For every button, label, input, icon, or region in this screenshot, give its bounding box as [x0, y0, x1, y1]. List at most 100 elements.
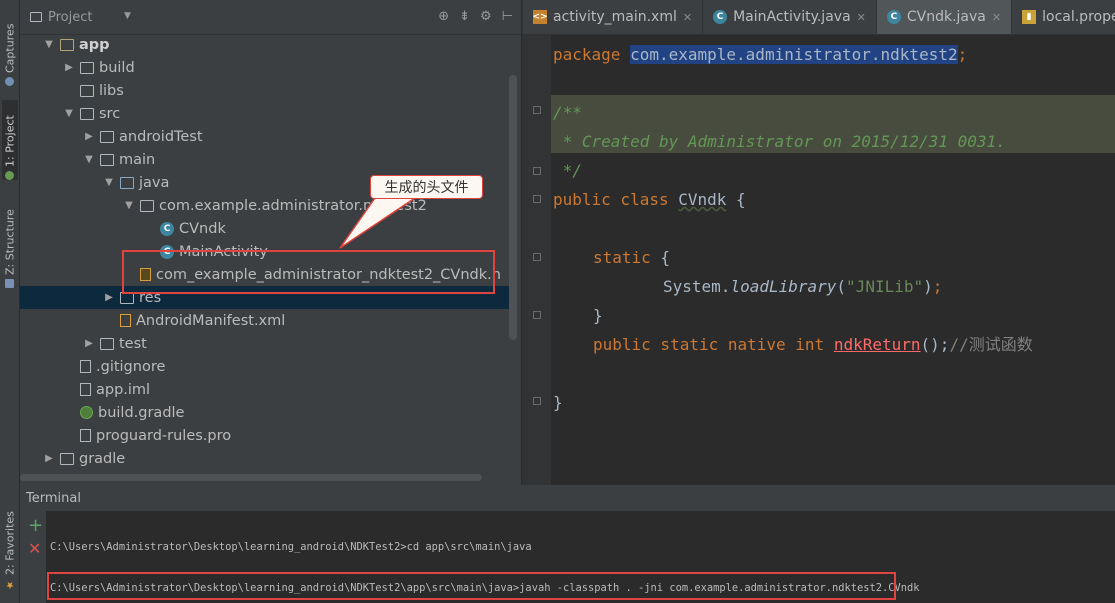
tree-item[interactable]: AndroidManifest.xml [20, 309, 510, 332]
code-line-load-library: System.loadLibrary("JNILib"); [663, 277, 943, 296]
chevron-down-icon[interactable]: ▼ [124, 11, 131, 21]
fold-marker-icon[interactable] [533, 397, 541, 405]
collapsed-arrow-icon[interactable]: ▶ [64, 62, 74, 73]
tree-item-label: app [79, 36, 110, 53]
collapsed-arrow-icon[interactable]: ▶ [84, 338, 94, 349]
fold-marker-icon[interactable] [533, 167, 541, 175]
code-line-doc-open: /** [553, 103, 582, 122]
code-line-package: package com.example.administrator.ndktes… [553, 45, 968, 64]
terminal-line: C:\Users\Administrator\Desktop\learning_… [50, 541, 532, 553]
expanded-arrow-icon[interactable]: ▼ [124, 200, 134, 211]
tree-item-label: androidTest [119, 128, 203, 145]
tree-item[interactable]: ▶ build [20, 56, 510, 79]
terminal-header: Terminal [20, 486, 1115, 511]
terminal-toolbar: + ✕ [20, 511, 46, 603]
folder-icon [100, 337, 114, 350]
tree-item[interactable]: ▼ src [20, 102, 510, 125]
project-icon [30, 12, 42, 22]
project-view-selector[interactable]: Project [30, 10, 130, 25]
xml-file-icon [120, 314, 131, 327]
tree-item-label: gradle [79, 450, 126, 467]
tree-item-label: app.iml [96, 381, 151, 398]
collapse-icon[interactable]: ⇟ [459, 9, 470, 24]
tree-item[interactable]: ▶ test [20, 332, 510, 355]
captures-icon [5, 77, 15, 86]
tree-item[interactable]: build.gradle [20, 401, 510, 424]
structure-icon [5, 279, 15, 288]
fold-marker-icon[interactable] [533, 253, 541, 261]
collapsed-arrow-icon[interactable]: ▶ [104, 292, 114, 303]
tab-activity-main-xml[interactable]: <> activity_main.xml ✕ [523, 0, 704, 34]
project-toolbar: ⊕ ⇟ ⚙ ⊢ [438, 9, 513, 24]
tree-item-label: libs [99, 82, 124, 99]
add-session-icon[interactable]: + [28, 515, 43, 536]
code-line-doc-close: */ [553, 161, 582, 180]
annotation-callout: 生成的头文件 [370, 175, 483, 199]
class-icon: C [886, 10, 901, 24]
tree-item[interactable]: ▶ androidTest [20, 125, 510, 148]
code-line-doc-body: * Created by Administrator on 2015/12/31… [553, 132, 1006, 151]
folder-icon [100, 130, 114, 143]
tree-item-label: src [99, 105, 121, 122]
tree-item[interactable]: ▶ gradle [20, 447, 510, 470]
code-editor: <> activity_main.xml ✕ C MainActivity.ja… [522, 0, 1115, 485]
expanded-arrow-icon[interactable]: ▼ [104, 177, 114, 188]
code-line-native: public static native int ndkReturn();//测… [593, 335, 1033, 354]
tab-main-activity-java[interactable]: C MainActivity.java ✕ [703, 0, 877, 34]
tree-item[interactable]: C CVndk [20, 217, 510, 240]
code-line-static-close: } [593, 306, 603, 325]
class-icon: C [160, 221, 174, 236]
package-folder-icon [140, 199, 154, 212]
close-session-icon[interactable]: ✕ [28, 539, 41, 558]
tree-item[interactable]: .gitignore [20, 355, 510, 378]
tree-item-label: build [99, 59, 135, 76]
expanded-arrow-icon[interactable]: ▼ [64, 108, 74, 119]
tree-item-label: proguard-rules.pro [96, 427, 232, 444]
code-line-static: static { [593, 248, 671, 267]
project-tool-tab[interactable]: 1: Project [2, 100, 18, 180]
code-line-class-close: } [553, 393, 563, 412]
class-icon: C [713, 10, 728, 24]
tree-item-label: AndroidManifest.xml [136, 312, 286, 329]
locate-icon[interactable]: ⊕ [438, 9, 449, 24]
structure-tab[interactable]: Z: Structure [2, 198, 18, 288]
javah-command-highlight-box [47, 572, 896, 600]
close-icon[interactable]: ✕ [683, 11, 692, 24]
folder-icon [80, 61, 94, 74]
tree-item[interactable]: proguard-rules.pro [20, 424, 510, 447]
star-icon: ★ [5, 579, 15, 590]
xml-file-icon: <> [532, 10, 548, 24]
folder-icon [100, 153, 114, 166]
project-panel-header: Project ▼ ⊕ ⇟ ⚙ ⊢ [20, 0, 521, 35]
expanded-arrow-icon[interactable]: ▼ [84, 154, 94, 165]
header-file-highlight-box [122, 250, 495, 294]
file-icon [80, 383, 91, 396]
tree-item-label: .gitignore [96, 358, 166, 375]
folder-icon [60, 452, 74, 465]
folder-icon [80, 84, 94, 97]
favorites-tab[interactable]: ★ 2: Favorites [2, 500, 18, 590]
close-icon[interactable]: ✕ [857, 11, 866, 24]
tree-item[interactable]: app.iml [20, 378, 510, 401]
file-icon [80, 429, 91, 442]
hide-icon[interactable]: ⊢ [502, 9, 513, 24]
captures-tab[interactable]: Captures [2, 6, 18, 86]
tree-item[interactable]: ▼ app [20, 33, 510, 56]
tree-item-label: java [139, 174, 170, 191]
properties-file-icon: ▮ [1022, 10, 1037, 24]
gear-icon[interactable]: ⚙ [480, 9, 492, 24]
tree-item-label: main [119, 151, 156, 168]
fold-marker-icon[interactable] [533, 311, 541, 319]
horizontal-scrollbar[interactable] [20, 474, 482, 481]
tab-local-properties[interactable]: ▮ local.properties [1012, 0, 1115, 34]
vertical-scrollbar[interactable] [509, 75, 517, 340]
collapsed-arrow-icon[interactable]: ▶ [44, 453, 54, 464]
tab-cvndk-java[interactable]: C CVndk.java ✕ [876, 0, 1013, 34]
close-icon[interactable]: ✕ [992, 11, 1001, 24]
tree-item[interactable]: ▼ main [20, 148, 510, 171]
tree-item[interactable]: libs [20, 79, 510, 102]
fold-marker-icon[interactable] [533, 195, 541, 203]
collapsed-arrow-icon[interactable]: ▶ [84, 131, 94, 142]
fold-marker-icon[interactable] [533, 106, 541, 114]
expanded-arrow-icon[interactable]: ▼ [44, 39, 54, 50]
